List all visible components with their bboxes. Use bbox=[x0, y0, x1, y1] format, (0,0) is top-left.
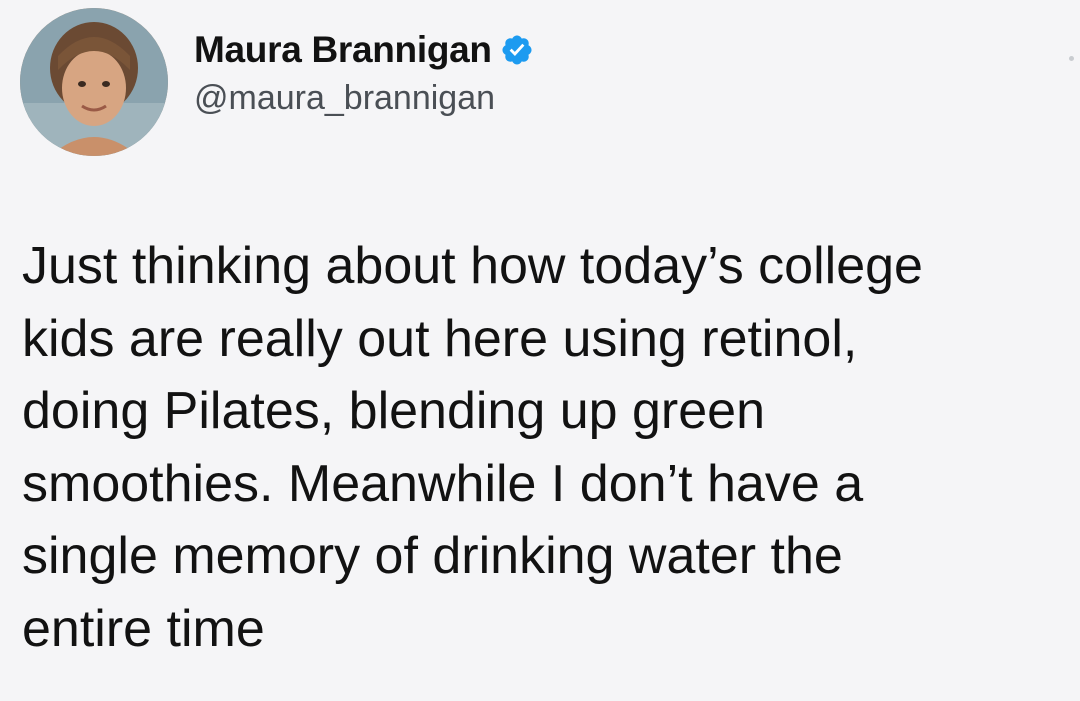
tweet-text-line: smoothies. Meanwhile I don’t have a bbox=[22, 454, 864, 513]
more-options-icon[interactable] bbox=[1069, 56, 1074, 61]
tweet-text-line: kids are really out here using retinol, bbox=[22, 309, 858, 368]
tweet-header: Maura Brannigan @maura_brannigan bbox=[194, 28, 534, 118]
tweet-text-line: doing Pilates, blending up green bbox=[22, 382, 766, 440]
tweet-text-line: entire time bbox=[22, 599, 265, 658]
avatar-photo bbox=[20, 8, 168, 156]
tweet-text-line: Just thinking about how today’s college bbox=[22, 237, 923, 295]
tweet: Maura Brannigan @maura_brannigan Just th… bbox=[0, 0, 1080, 701]
verified-check-icon bbox=[500, 33, 534, 67]
display-name[interactable]: Maura Brannigan bbox=[194, 28, 492, 72]
tweet-text: Just thinking about how today’s college … bbox=[22, 230, 1080, 665]
name-row: Maura Brannigan bbox=[194, 28, 534, 72]
tweet-text-line: single memory of drinking water the bbox=[22, 527, 843, 585]
handle[interactable]: @maura_brannigan bbox=[194, 78, 534, 118]
avatar[interactable] bbox=[20, 8, 168, 156]
